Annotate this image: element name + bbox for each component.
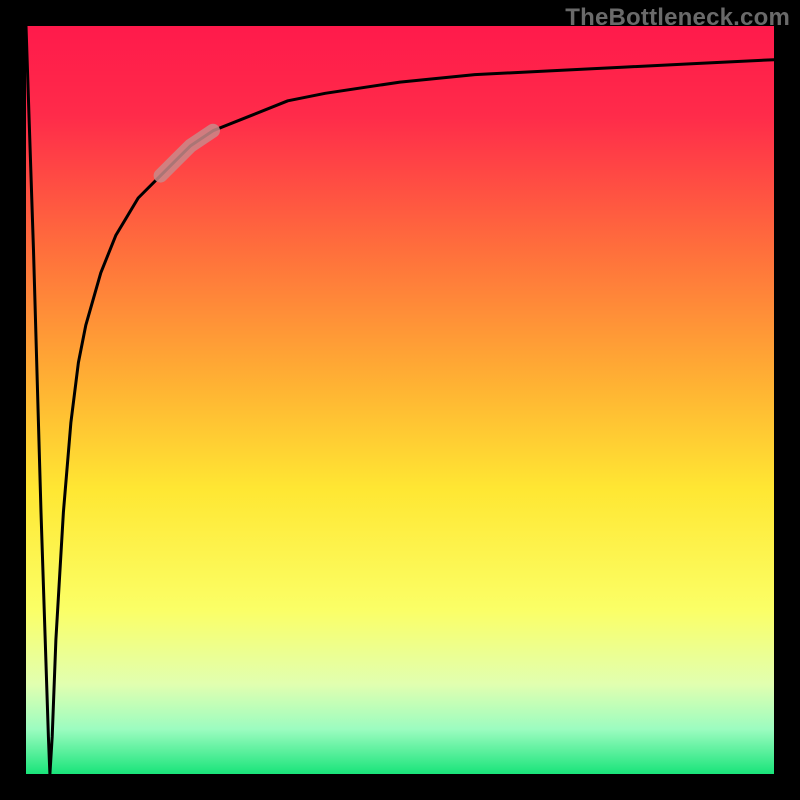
bottleneck-chart bbox=[0, 0, 800, 800]
plot-background bbox=[26, 26, 774, 774]
watermark-text: TheBottleneck.com bbox=[565, 4, 790, 32]
